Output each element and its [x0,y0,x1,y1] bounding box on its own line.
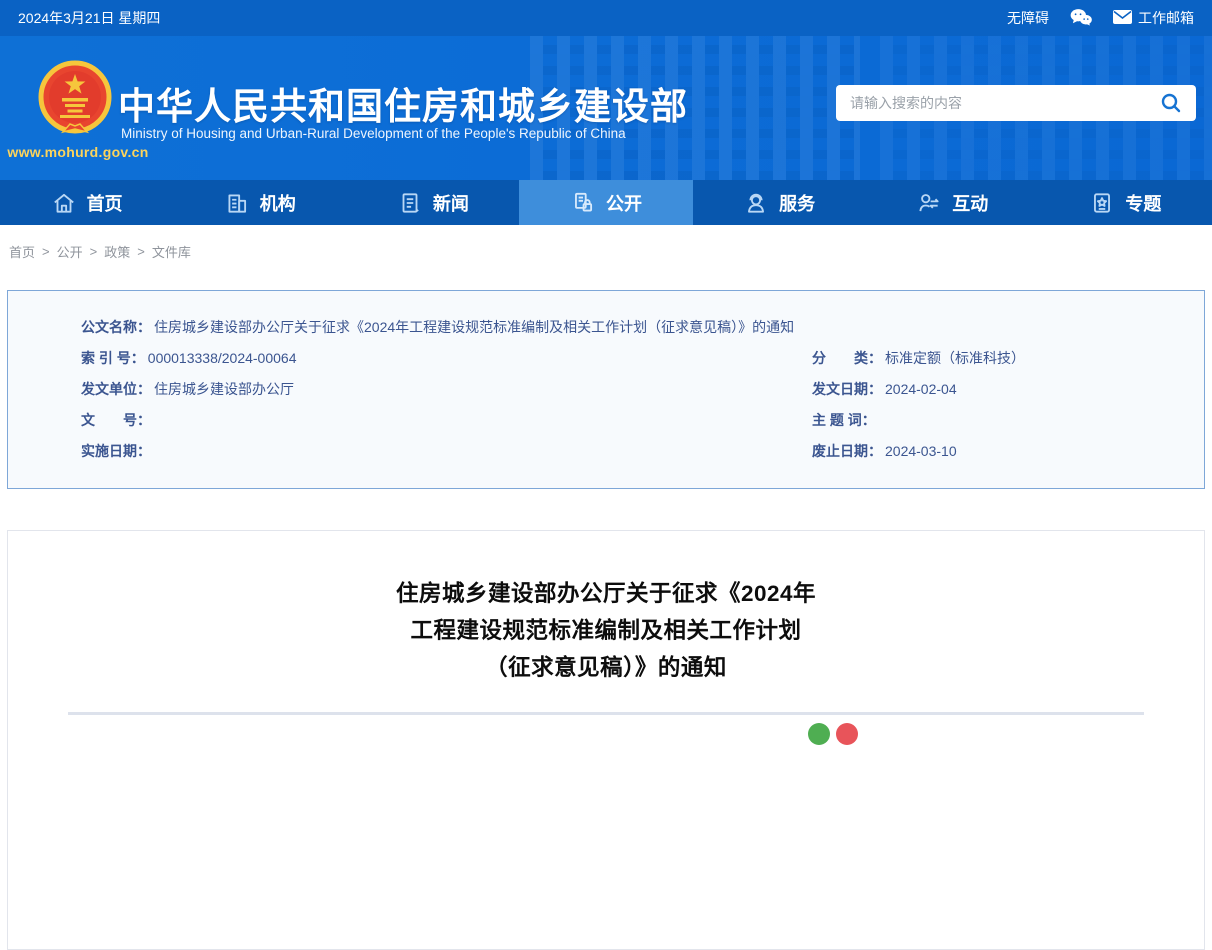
site-url: www.mohurd.gov.cn [7,144,149,160]
nav-item-topics[interactable]: 专题 [1039,180,1212,225]
category-value: 标准定额（标准科技） [885,350,1025,366]
article-title: 住房城乡建设部办公厅关于征求《2024年 工程建设规范标准编制及相关工作计划 （… [8,575,1204,686]
breadcrumb-document-library[interactable]: 文件库 [152,242,191,261]
implementation-date-label: 实施日期： [81,443,151,459]
topics-icon [1089,190,1115,216]
national-emblem-logo[interactable] [36,60,114,140]
issue-date-label: 发文日期： [812,381,882,397]
accessibility-link[interactable]: 无障碍 [1007,8,1049,28]
disclosure-icon [570,190,596,216]
issue-date-value: 2024-02-04 [885,381,957,397]
site-title: 中华人民共和国住房和城乡建设部 [118,86,688,127]
breadcrumb-separator: > [89,244,98,259]
mail-icon [1113,9,1132,27]
title-divider [68,712,1144,715]
issuing-unit-label: 发文单位： [81,381,151,397]
nav-item-interaction[interactable]: 互动 [866,180,1039,225]
news-icon [397,190,423,216]
search-box [836,85,1196,121]
current-date: 2024年3月21日 星期四 [18,10,161,26]
service-icon [743,190,769,216]
subject-words-label: 主 题 词： [812,412,876,428]
site-header: www.mohurd.gov.cn 中华人民共和国住房和城乡建设部 Minist… [0,36,1212,180]
nav-item-news[interactable]: 新闻 [346,180,519,225]
wechat-share-icon[interactable] [808,723,830,745]
breadcrumb-separator: > [42,244,50,259]
category-label: 分 类： [812,350,882,366]
abolition-date-value: 2024-03-10 [885,443,957,459]
nav-item-organization[interactable]: 机构 [173,180,346,225]
interaction-icon [916,190,942,216]
home-icon [51,190,77,216]
site-title-english: Ministry of Housing and Urban-Rural Deve… [121,126,626,141]
breadcrumb-home[interactable]: 首页 [9,242,35,261]
issuing-unit-value: 住房城乡建设部办公厅 [154,381,294,397]
meta-row: 实施日期： 废止日期： 2024-03-10 [81,442,1164,460]
main-navigation: 首页 机构 新闻 公开 服务 互动 专题 [0,180,1212,225]
weibo-share-icon[interactable] [836,723,858,745]
breadcrumb: 首页 > 公开 > 政策 > 文件库 [0,225,1212,274]
top-utility-bar: 2024年3月21日 星期四 无障碍 工作邮箱 [0,0,1212,36]
nav-item-disclosure[interactable]: 公开 [519,180,693,225]
nav-item-services[interactable]: 服务 [693,180,866,225]
search-icon[interactable] [1158,90,1184,116]
meta-row: 索 引 号： 000013338/2024-00064 分 类： 标准定额（标准… [81,349,1164,367]
article-content-box: 住房城乡建设部办公厅关于征求《2024年 工程建设规范标准编制及相关工作计划 （… [7,530,1205,950]
wechat-icon[interactable] [1069,8,1093,29]
doc-name-label: 公文名称： [81,319,151,335]
article-title-line-2: 工程建设规范标准编制及相关工作计划 [410,618,802,643]
meta-row: 发文单位： 住房城乡建设部办公厅 发文日期： 2024-02-04 [81,380,1164,398]
meta-row: 文 号： 主 题 词： [81,411,1164,429]
search-input[interactable] [848,94,1158,112]
work-mailbox-link[interactable]: 工作邮箱 [1113,8,1194,28]
organization-icon [224,190,250,216]
document-metadata-panel: 公文名称： 住房城乡建设部办公厅关于征求《2024年工程建设规范标准编制及相关工… [7,290,1205,489]
abolition-date-label: 废止日期： [812,443,882,459]
breadcrumb-disclosure[interactable]: 公开 [57,242,83,261]
doc-number-label: 文 号： [81,412,151,428]
breadcrumb-policy[interactable]: 政策 [104,242,130,261]
breadcrumb-separator: > [137,244,145,259]
doc-name-value: 住房城乡建设部办公厅关于征求《2024年工程建设规范标准编制及相关工作计划（征求… [154,319,795,335]
article-title-line-3: （征求意见稿）》的通知 [485,655,727,680]
meta-row-doc-name: 公文名称： 住房城乡建设部办公厅关于征求《2024年工程建设规范标准编制及相关工… [81,318,1164,336]
article-title-line-1: 住房城乡建设部办公厅关于征求《2024年 [395,581,817,606]
index-number-label: 索 引 号： [81,350,145,366]
index-number-value: 000013338/2024-00064 [147,350,297,366]
nav-item-home[interactable]: 首页 [0,180,173,225]
